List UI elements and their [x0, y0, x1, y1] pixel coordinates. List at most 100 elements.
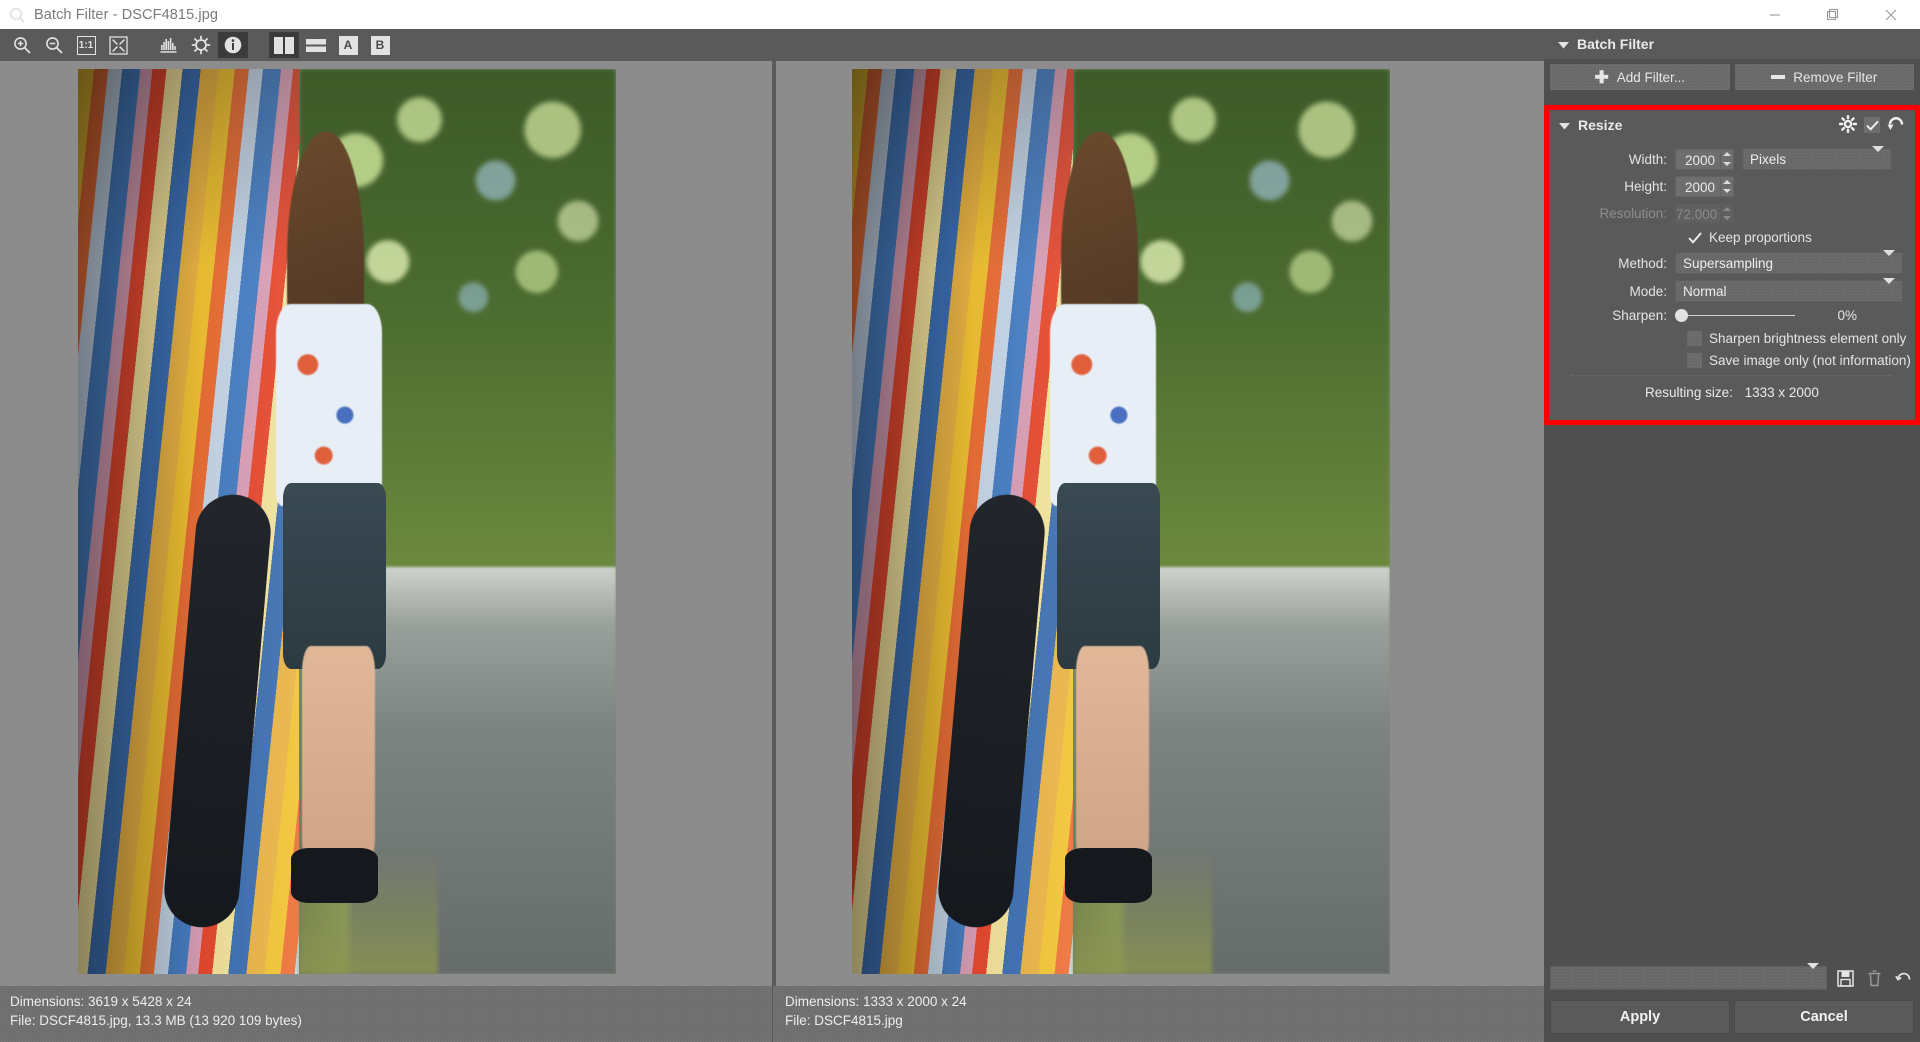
- chevron-down-icon[interactable]: [1559, 117, 1570, 133]
- resize-reset-undo-icon[interactable]: [1887, 116, 1905, 135]
- resolution-input: 72.000: [1675, 203, 1721, 224]
- image-pane-preview[interactable]: [776, 61, 1544, 986]
- view-a-icon[interactable]: A: [333, 32, 363, 58]
- view-b-label: B: [370, 35, 390, 55]
- image-viewport: [0, 61, 1544, 986]
- sharpen-label: Sharpen:: [1612, 308, 1667, 323]
- batch-filter-panel: Batch Filter ✚ Add Filter... Remove Filt…: [1544, 29, 1920, 1042]
- preset-row: [1544, 962, 1920, 994]
- preview-image[interactable]: [852, 69, 1390, 974]
- preset-select[interactable]: [1550, 963, 1827, 990]
- method-select[interactable]: Supersampling: [1675, 249, 1903, 274]
- view-b-icon[interactable]: B: [365, 32, 395, 58]
- chevron-down-icon: [1807, 963, 1819, 987]
- resize-body: Width: 2000 Pixels Height: 2000 Resoluti…: [1549, 140, 1915, 420]
- sharpen-brightness-checkbox[interactable]: [1687, 331, 1702, 346]
- photo-shoe: [290, 848, 379, 903]
- height-spinner-buttons[interactable]: [1721, 176, 1734, 197]
- close-button[interactable]: [1862, 0, 1920, 29]
- resolution-spinner-buttons: [1721, 203, 1734, 224]
- chevron-down-icon: [1872, 145, 1884, 167]
- action-buttons-row: Apply Cancel: [1544, 996, 1920, 1042]
- sharpen-slider-track: [1675, 314, 1795, 317]
- remove-filter-label: Remove Filter: [1793, 69, 1878, 85]
- app-logo-icon: [0, 0, 34, 29]
- chevron-down-icon: [1883, 249, 1895, 271]
- height-row: Height: 2000: [1549, 176, 1915, 197]
- cancel-button[interactable]: Cancel: [1734, 1000, 1914, 1034]
- status-bar-original: Dimensions: 3619 x 5428 x 24 File: DSCF4…: [0, 986, 772, 1042]
- info-icon[interactable]: [218, 32, 248, 58]
- save-preset-icon[interactable]: [1834, 966, 1856, 990]
- preview-dimensions-text: Dimensions: 1333 x 2000 x 24: [785, 994, 967, 1009]
- resulting-size-row: Resulting size: 1333 x 2000: [1549, 376, 1915, 400]
- method-row: Method: Supersampling: [1549, 249, 1915, 274]
- delete-preset-trash-icon[interactable]: [1863, 966, 1885, 990]
- sharpen-brightness-row[interactable]: Sharpen brightness element only: [1549, 331, 1915, 346]
- status-bar-preview: Dimensions: 1333 x 2000 x 24 File: DSCF4…: [772, 986, 1544, 1042]
- image-pane-original[interactable]: [0, 61, 772, 986]
- actual-size-icon[interactable]: 1:1: [71, 32, 101, 58]
- sharpen-value: 0%: [1837, 308, 1857, 323]
- resolution-row: Resolution: 72.000: [1549, 203, 1915, 224]
- zoom-in-icon[interactable]: [7, 32, 37, 58]
- chevron-down-icon[interactable]: [1558, 36, 1569, 52]
- batch-filter-header[interactable]: Batch Filter: [1544, 29, 1920, 59]
- width-label: Width:: [1628, 151, 1667, 167]
- histogram-icon[interactable]: [154, 32, 184, 58]
- width-row: Width: 2000 Pixels: [1549, 145, 1915, 170]
- remove-filter-button[interactable]: Remove Filter: [1734, 64, 1914, 90]
- mode-value: Normal: [1683, 283, 1727, 299]
- zoom-out-icon[interactable]: [39, 32, 69, 58]
- chevron-down-icon: [1883, 277, 1895, 299]
- actual-size-label: 1:1: [76, 35, 96, 55]
- photo-person: [239, 132, 422, 910]
- split-vertical-icon[interactable]: [269, 32, 299, 58]
- sharpen-row: Sharpen: 0%: [1549, 308, 1915, 323]
- title-bar: Batch Filter - DSCF4815.jpg: [0, 0, 1920, 29]
- original-dimensions-text: Dimensions: 3619 x 5428 x 24: [10, 994, 192, 1009]
- restore-button[interactable]: [1804, 0, 1862, 29]
- width-spinner-buttons[interactable]: [1721, 148, 1734, 170]
- method-value: Supersampling: [1683, 255, 1774, 271]
- add-filter-button[interactable]: ✚ Add Filter...: [1550, 64, 1730, 90]
- split-horizontal-icon[interactable]: [301, 32, 331, 58]
- sharpen-brightness-label: Sharpen brightness element only: [1709, 331, 1907, 346]
- window-title: Batch Filter - DSCF4815.jpg: [34, 6, 219, 23]
- apply-button[interactable]: Apply: [1550, 1000, 1730, 1034]
- minimize-button[interactable]: [1746, 0, 1804, 29]
- save-image-only-row[interactable]: Save image only (not information): [1549, 353, 1915, 368]
- sharpen-slider-handle[interactable]: [1675, 309, 1688, 322]
- filter-buttons-row: ✚ Add Filter... Remove Filter: [1544, 59, 1920, 90]
- height-increment-icon[interactable]: [1723, 179, 1731, 184]
- minus-icon: [1771, 75, 1786, 79]
- photo-legs: [301, 646, 375, 864]
- resize-header[interactable]: Resize: [1549, 110, 1915, 140]
- resulting-size-value: 1333 x 2000: [1744, 385, 1819, 400]
- width-decrement-icon[interactable]: [1723, 161, 1731, 166]
- resize-enabled-checkbox[interactable]: [1864, 117, 1880, 133]
- original-image[interactable]: [78, 69, 616, 974]
- resulting-size-label: Resulting size:: [1645, 385, 1733, 400]
- resize-filter-section: Resize Width: 2000 Pixels Height: 2000 R…: [1544, 105, 1920, 425]
- fit-to-window-icon[interactable]: [103, 32, 133, 58]
- resize-settings-gear-icon[interactable]: [1838, 114, 1858, 136]
- height-input[interactable]: 2000: [1675, 176, 1721, 197]
- unit-select[interactable]: Pixels: [1742, 145, 1892, 170]
- sharpen-slider[interactable]: [1675, 309, 1795, 323]
- height-stepper[interactable]: 2000: [1675, 176, 1734, 197]
- photo-person: [1013, 132, 1196, 910]
- keep-proportions-checkbox[interactable]: [1687, 230, 1702, 245]
- width-stepper[interactable]: 2000: [1675, 148, 1734, 170]
- height-decrement-icon[interactable]: [1723, 189, 1731, 194]
- width-input[interactable]: 2000: [1675, 148, 1721, 170]
- photo-shirt: [1049, 303, 1157, 506]
- batch-filter-title: Batch Filter: [1577, 36, 1655, 52]
- width-increment-icon[interactable]: [1723, 152, 1731, 157]
- save-image-only-checkbox[interactable]: [1687, 353, 1702, 368]
- photo-shorts: [283, 482, 386, 670]
- reset-preset-undo-icon[interactable]: [1892, 966, 1914, 990]
- mode-select[interactable]: Normal: [1675, 277, 1903, 302]
- settings-gear-icon[interactable]: [186, 32, 216, 58]
- keep-proportions-row[interactable]: Keep proportions: [1549, 230, 1915, 245]
